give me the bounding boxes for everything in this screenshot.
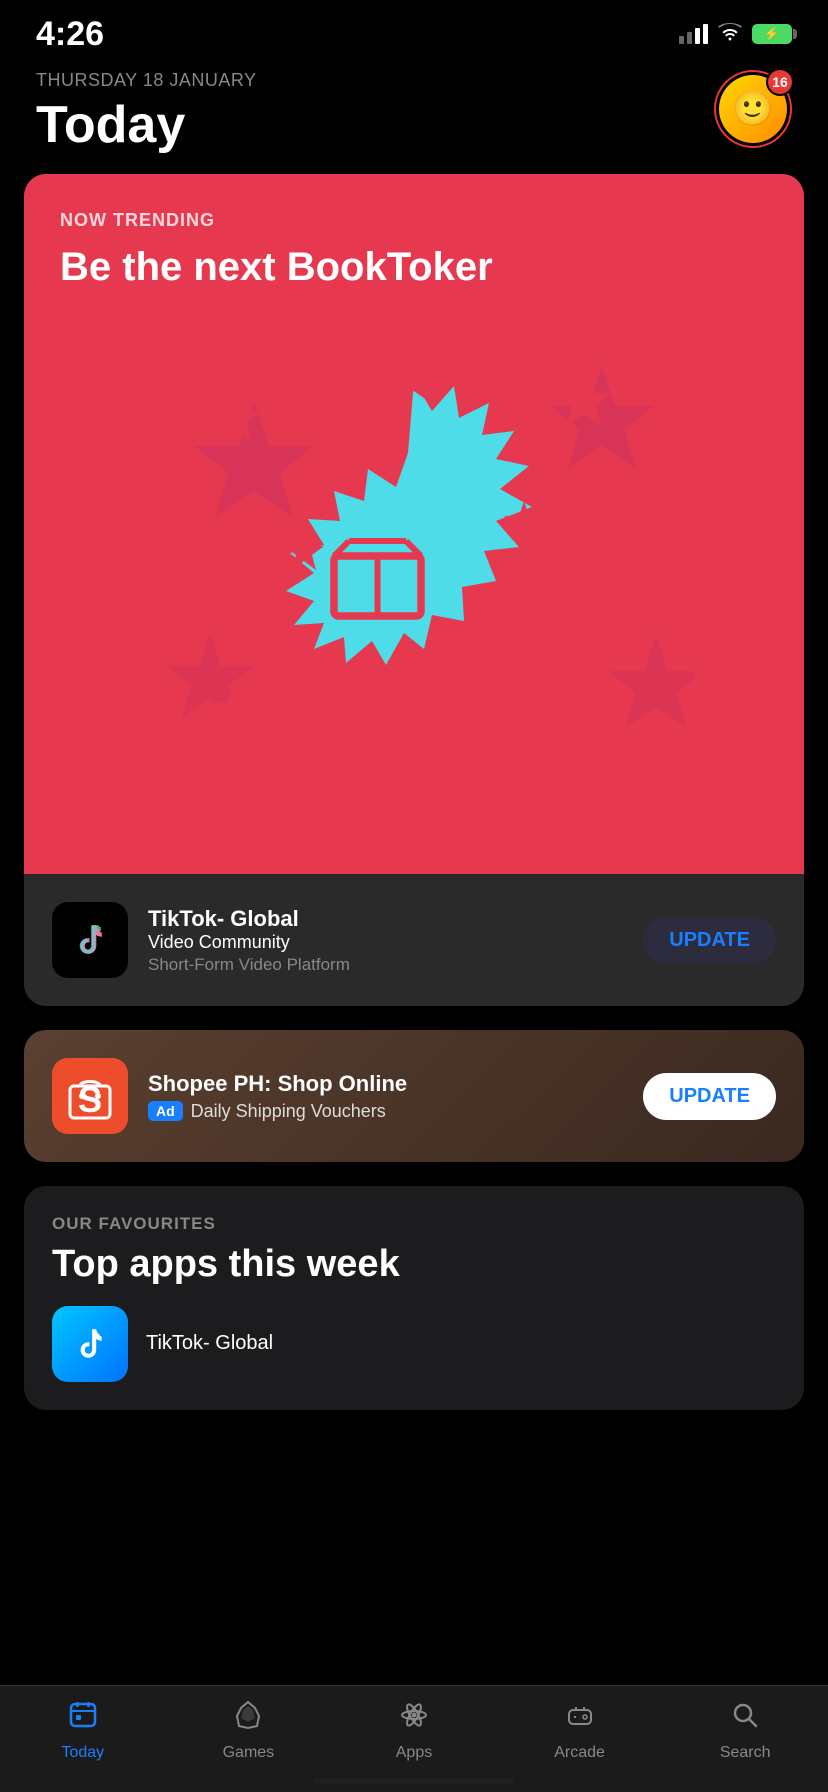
shopee-update-button[interactable]: UPDATE: [643, 1073, 776, 1120]
tab-apps[interactable]: Apps: [354, 1700, 474, 1762]
fav-app-name: TikTok- Global: [146, 1332, 273, 1355]
ad-tagline: Daily Shipping Vouchers: [191, 1101, 386, 1122]
tiktok-update-button[interactable]: UPDATE: [643, 917, 776, 964]
fav-app-row: TikTok- Global: [52, 1306, 776, 1382]
apps-tab-icon: [399, 1700, 429, 1738]
games-tab-icon: [233, 1700, 263, 1738]
battery-icon: ⚡: [752, 24, 792, 44]
starburst-illustration: [60, 311, 768, 801]
shopee-app-name: Shopee PH: Shop Online: [148, 1071, 623, 1097]
arcade-tab-label: Arcade: [554, 1744, 605, 1762]
today-tab-label: Today: [61, 1744, 104, 1762]
header-left: THURSDAY 18 JANUARY Today: [36, 70, 257, 154]
featured-card-tiktok[interactable]: NOW TRENDING Be the next BookToker: [24, 174, 804, 1006]
signal-bars-icon: [679, 24, 708, 44]
status-bar: 4:26 ⚡: [0, 0, 828, 60]
date-label: THURSDAY 18 JANUARY: [36, 70, 257, 91]
section-title: Top apps this week: [52, 1244, 776, 1286]
tab-games[interactable]: Games: [188, 1700, 308, 1762]
tab-search[interactable]: Search: [685, 1700, 805, 1762]
tab-today[interactable]: Today: [23, 1700, 143, 1762]
user-avatar[interactable]: 🙂 16: [714, 70, 792, 148]
wifi-icon: [718, 21, 742, 47]
tiktok-app-details: TikTok- Global Video Community Short-For…: [148, 906, 623, 975]
status-time: 4:26: [36, 15, 104, 54]
notification-badge: 16: [766, 68, 794, 96]
search-tab-label: Search: [720, 1744, 771, 1762]
shopee-ad-details: Shopee PH: Shop Online Ad Daily Shipping…: [148, 1071, 623, 1122]
ad-info-row: Ad Daily Shipping Vouchers: [148, 1101, 623, 1122]
status-icons: ⚡: [679, 21, 792, 47]
page-header: THURSDAY 18 JANUARY Today 🙂 16: [0, 60, 828, 174]
shopee-app-icon: S: [52, 1058, 128, 1134]
ad-badge: Ad: [148, 1101, 183, 1121]
main-content: NOW TRENDING Be the next BookToker: [0, 174, 828, 1574]
favourites-section[interactable]: OUR FAVOURITES Top apps this week TikTok…: [24, 1186, 804, 1410]
section-label: OUR FAVOURITES: [52, 1214, 776, 1234]
trending-label: NOW TRENDING: [60, 210, 768, 231]
fav-tiktok-icon: [52, 1306, 128, 1382]
shopee-ad-card[interactable]: S Shopee PH: Shop Online Ad Daily Shippi…: [24, 1030, 804, 1162]
games-tab-label: Games: [223, 1744, 275, 1762]
tiktok-app-icon: [52, 902, 128, 978]
tab-arcade[interactable]: Arcade: [520, 1700, 640, 1762]
tiktok-app-name: TikTok- Global: [148, 906, 623, 932]
tiktok-app-subtitle: Video Community: [148, 932, 623, 953]
arcade-tab-icon: [565, 1700, 595, 1738]
search-tab-icon: [730, 1700, 760, 1738]
page-title: Today: [36, 97, 257, 154]
featured-title: Be the next BookToker: [60, 243, 768, 291]
tiktok-app-tagline: Short-Form Video Platform: [148, 955, 623, 975]
apps-tab-label: Apps: [396, 1744, 432, 1762]
tab-bar: Today Games Apps: [0, 1685, 828, 1792]
featured-banner: NOW TRENDING Be the next BookToker: [24, 174, 804, 874]
today-tab-icon: [68, 1700, 98, 1738]
tiktok-app-row[interactable]: TikTok- Global Video Community Short-For…: [24, 874, 804, 1006]
